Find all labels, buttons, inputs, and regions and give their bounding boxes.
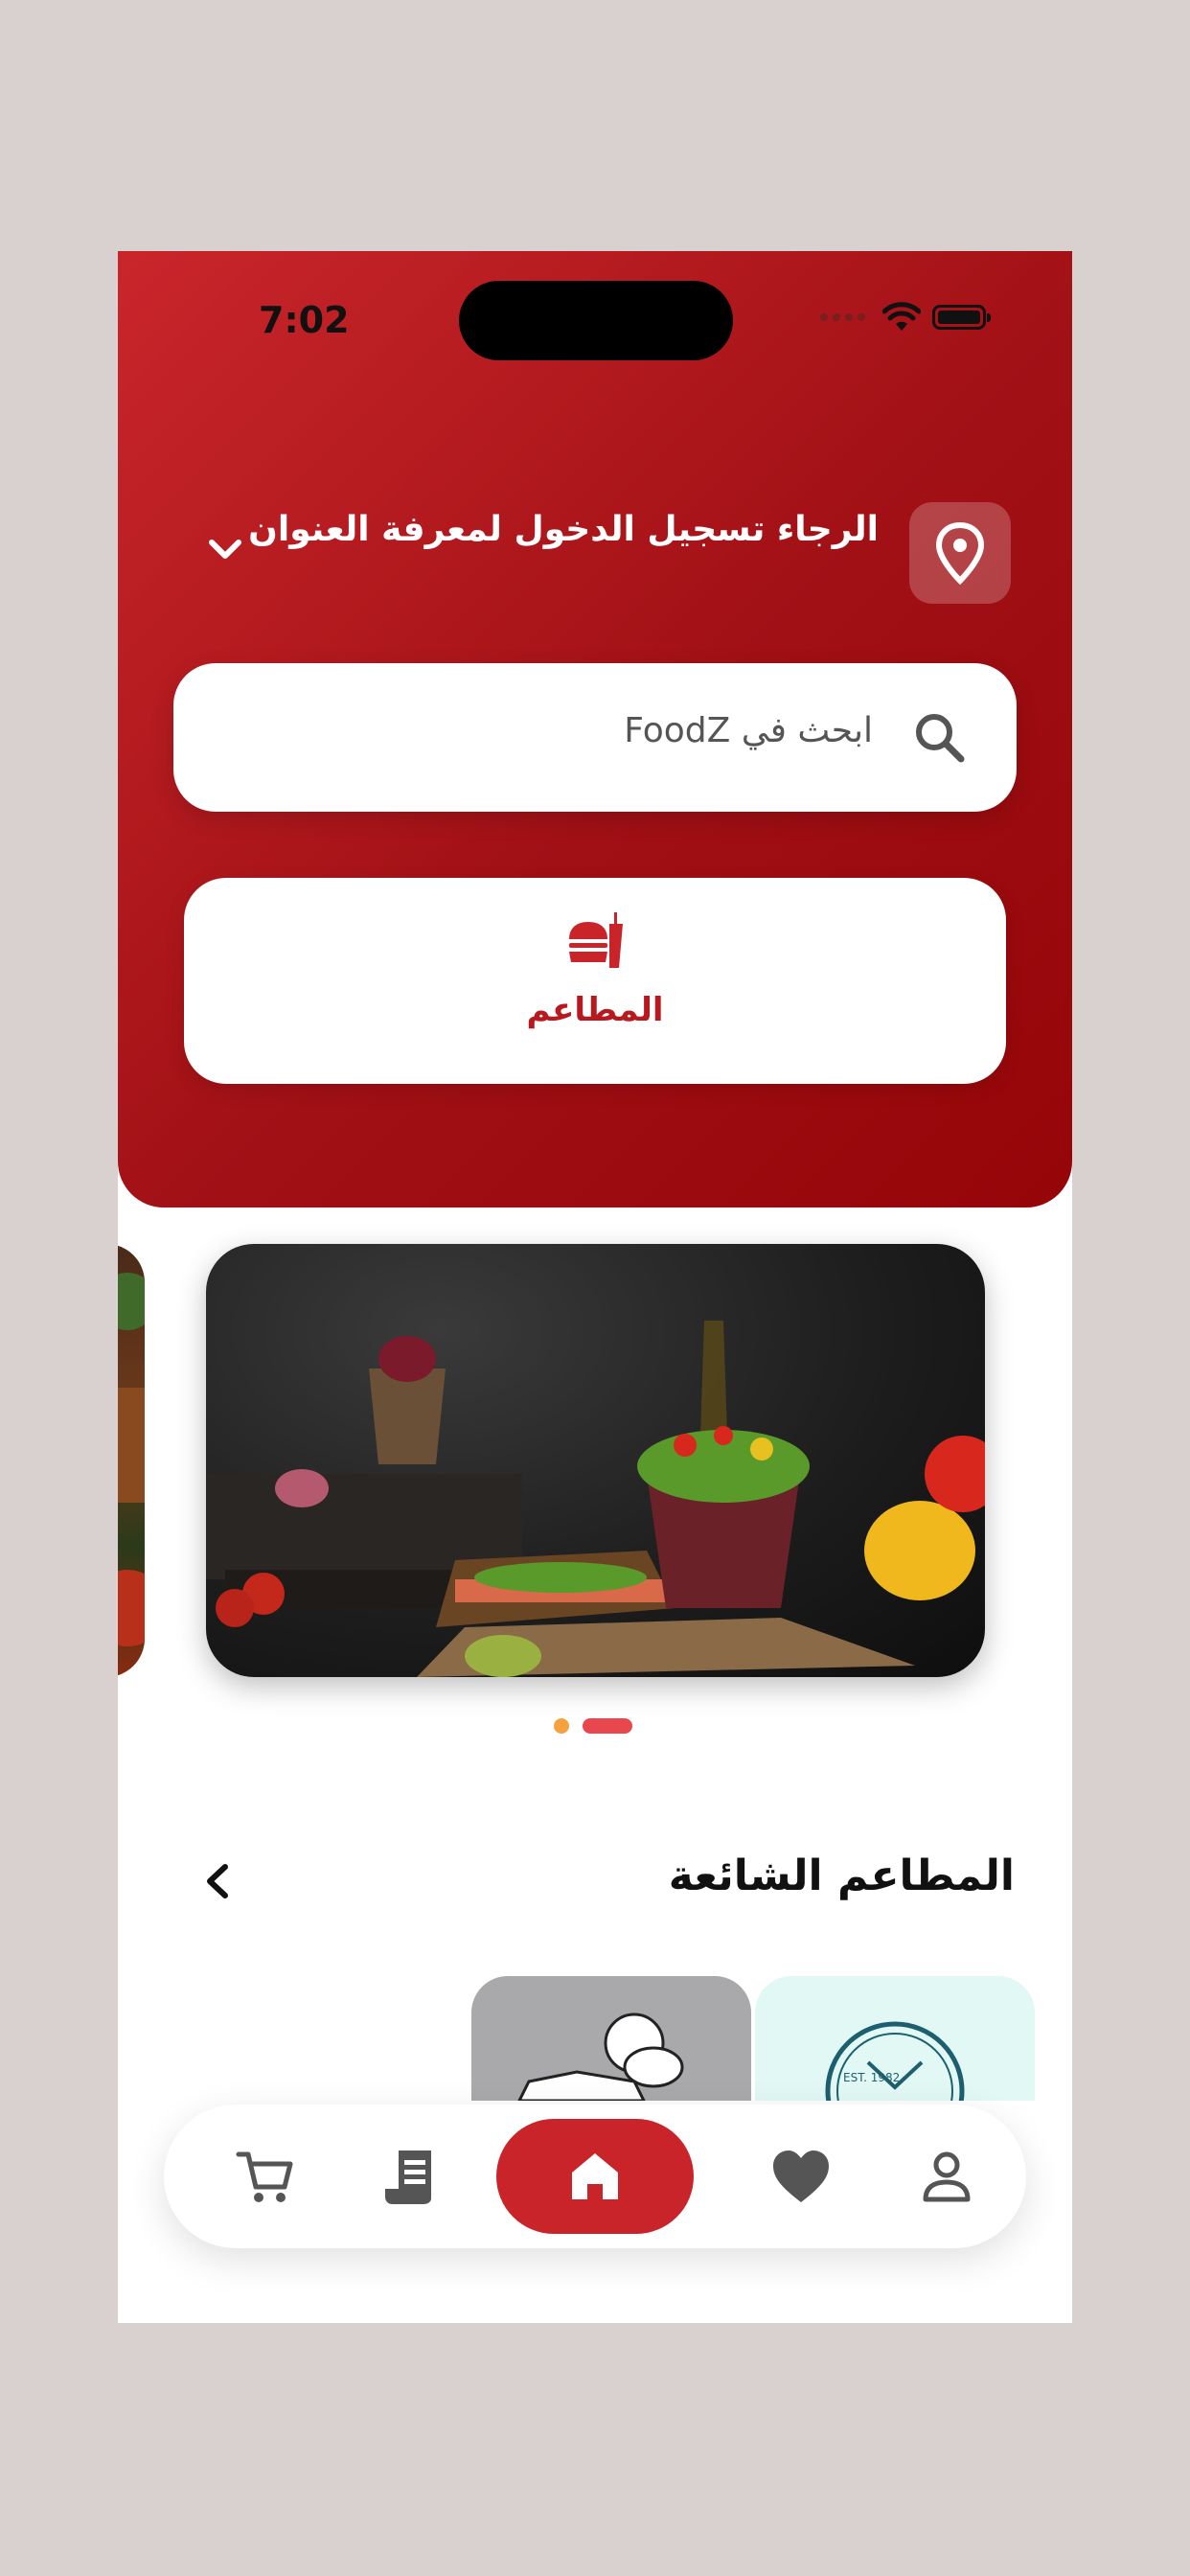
status-time: 7:02 <box>259 299 350 341</box>
pagination-dot[interactable] <box>554 1718 569 1734</box>
nav-profile[interactable] <box>913 2143 980 2210</box>
nav-favorites[interactable] <box>767 2143 835 2210</box>
restaurant-card[interactable]: EST. 1982 <box>755 1976 1035 2101</box>
food-image <box>118 1273 145 1646</box>
location-pin-icon <box>935 521 985 585</box>
location-text[interactable]: الرجاء تسجيل الدخول لمعرفة العنوان <box>248 510 879 549</box>
nav-orders[interactable] <box>377 2143 444 2210</box>
restaurant-logo <box>517 2012 684 2101</box>
banner-pagination <box>554 1718 632 1734</box>
wifi-icon <box>882 302 921 331</box>
pagination-dot-active[interactable] <box>583 1718 632 1734</box>
search-bar[interactable]: ابحث في FoodZ <box>173 663 1017 812</box>
nav-home[interactable] <box>496 2119 694 2234</box>
chevron-down-icon[interactable] <box>196 521 254 579</box>
restaurant-card[interactable] <box>471 1976 751 2101</box>
signal-icon <box>820 313 865 321</box>
search-input[interactable]: ابحث في FoodZ <box>624 711 873 750</box>
section-title: المطاعم الشائعة <box>668 1852 1015 1900</box>
banner-slide-prev[interactable] <box>118 1244 145 1677</box>
bottom-nav <box>164 2104 1026 2248</box>
nav-cart[interactable] <box>231 2143 298 2210</box>
chevron-left-icon[interactable] <box>195 1857 242 1905</box>
category-restaurants[interactable]: المطاعم <box>184 878 1006 1084</box>
receipt-icon <box>385 2150 431 2204</box>
profile-icon <box>923 2151 971 2202</box>
banner-slide[interactable] <box>206 1244 985 1677</box>
home-icon <box>572 2153 618 2199</box>
heart-icon <box>773 2150 829 2202</box>
category-label: المطاعم <box>526 991 664 1029</box>
restaurant-icon <box>569 912 623 968</box>
location-row[interactable]: الرجاء تسجيل الدخول لمعرفة العنوان <box>118 502 1072 608</box>
search-icon <box>916 714 965 763</box>
battery-icon <box>932 305 991 330</box>
status-icons <box>820 302 991 333</box>
app-screen: 7:02 الرجاء تسجيل الدخول لمعرفة العنوان <box>118 251 1072 2323</box>
dynamic-island <box>459 281 733 360</box>
logo-badge: EST. 1982 <box>843 2071 900 2084</box>
cart-icon <box>236 2151 293 2202</box>
food-image <box>206 1321 985 1677</box>
header: 7:02 الرجاء تسجيل الدخول لمعرفة العنوان <box>118 251 1072 1208</box>
restaurant-logo: EST. 1982 <box>825 2021 965 2101</box>
location-pin-button[interactable] <box>909 502 1011 604</box>
